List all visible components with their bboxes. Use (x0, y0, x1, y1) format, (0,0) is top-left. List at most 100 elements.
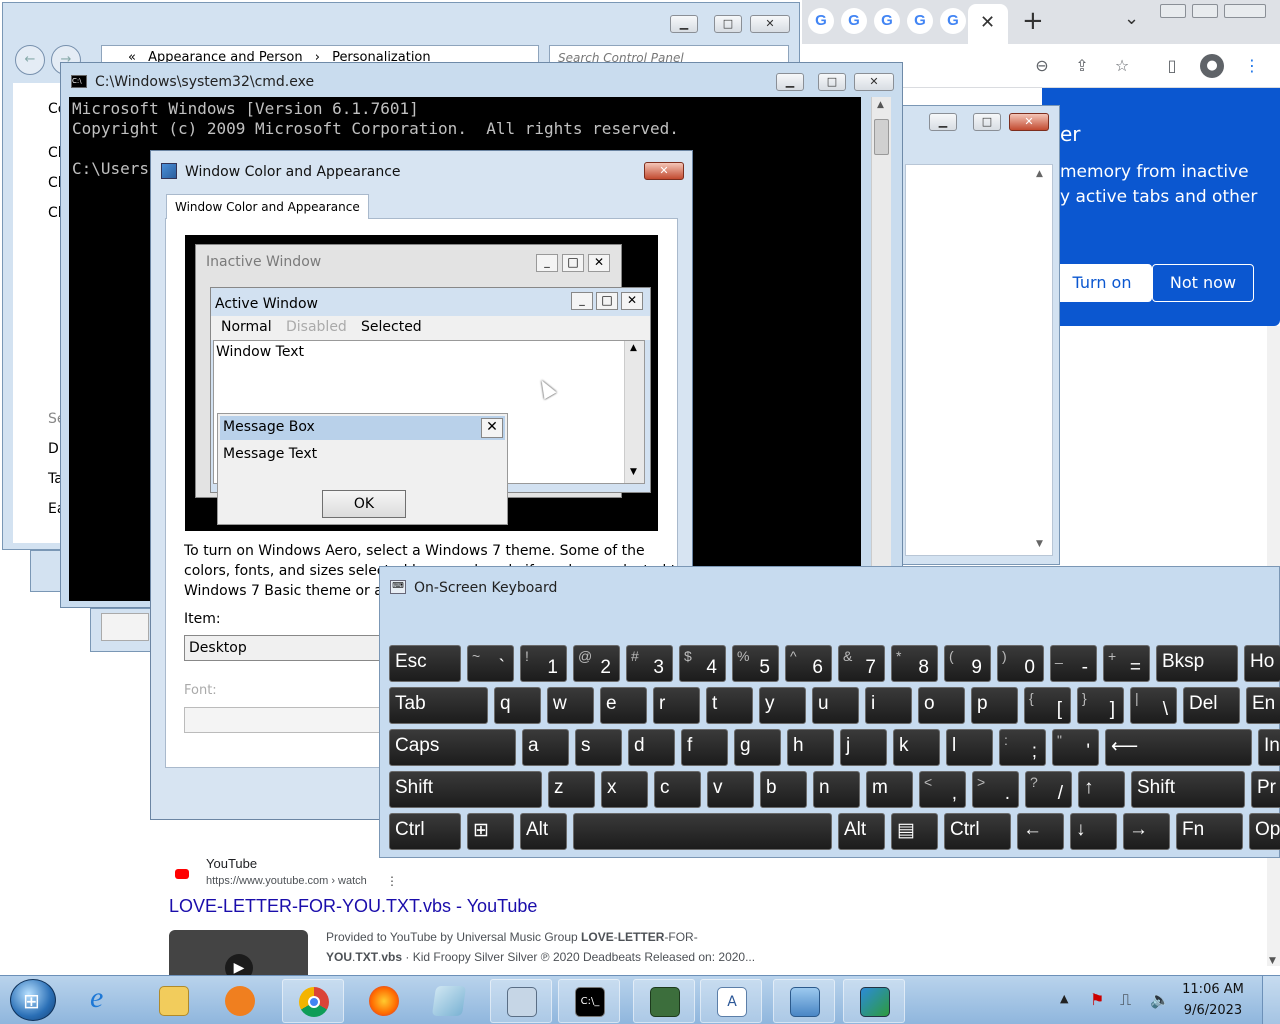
osk-key[interactable]: → (1123, 813, 1170, 850)
osk-key[interactable]: Pr (1251, 771, 1280, 808)
volume-icon[interactable]: 🔈 (1150, 990, 1170, 1009)
osk-key[interactable]: u (812, 687, 859, 724)
osk-key[interactable]: ↓ (1070, 813, 1117, 850)
osk-key[interactable]: }] (1077, 687, 1124, 724)
osk-key[interactable]: Alt (520, 813, 567, 850)
osk-key[interactable]: h (787, 729, 834, 766)
osk-key[interactable]: | \ (1130, 687, 1177, 724)
osk-key[interactable]: Bksp (1156, 645, 1238, 682)
bg-maximize-button[interactable]: □ (973, 113, 1001, 131)
taskbar-explorer[interactable] (143, 979, 205, 1023)
appearance-preview[interactable]: Inactive Window _ □ ✕ Active Window _ □ … (185, 235, 658, 531)
bookmark-star-icon[interactable]: ☆ (1110, 54, 1134, 78)
taskbar-control-panel[interactable] (773, 979, 835, 1023)
osk-key[interactable]: e (600, 687, 647, 724)
osk-key[interactable]: ↑ (1078, 771, 1125, 808)
side-panel-icon[interactable]: ▯ (1160, 54, 1184, 78)
scroll-up-arrow-icon[interactable]: ▲ (877, 100, 884, 110)
osk-key[interactable]: m (866, 771, 913, 808)
clock-date[interactable]: 9/6/2023 (1180, 1003, 1246, 1018)
network-icon[interactable]: ⎍ (1120, 990, 1131, 1010)
taskbar-wordpad[interactable]: A (700, 979, 762, 1023)
scroll-up-arrow-icon[interactable]: ▲ (1036, 169, 1043, 179)
not-now-button[interactable]: Not now (1152, 264, 1254, 302)
osk-key[interactable]: :; (999, 729, 1046, 766)
taskbar-app[interactable] (418, 979, 480, 1023)
cmd-close-button[interactable]: ✕ (854, 73, 894, 91)
osk-key[interactable]: Tab (389, 687, 488, 724)
osk-key[interactable]: ? / (1025, 771, 1072, 808)
osk-key[interactable]: ~ ` (467, 645, 514, 682)
scroll-down-arrow-icon[interactable]: ▼ (1269, 956, 1276, 966)
chrome-minimize-button[interactable] (1160, 4, 1186, 18)
osk-key[interactable]: Del (1183, 687, 1240, 724)
osk-key[interactable]: Esc (389, 645, 461, 682)
osk-key[interactable]: Ctrl (944, 813, 1011, 850)
cmd-maximize-button[interactable]: □ (818, 73, 846, 91)
osk-key[interactable]: j (840, 729, 887, 766)
osk-key[interactable]: i (865, 687, 912, 724)
result-title-link[interactable]: LOVE-LETTER-FOR-YOU.TXT.vbs - YouTube (169, 896, 537, 917)
osk-key[interactable]: ! 1 (520, 645, 567, 682)
osk-key[interactable]: * 8 (891, 645, 938, 682)
osk-key[interactable]: c (654, 771, 701, 808)
osk-key[interactable]: $4 (679, 645, 726, 682)
osk-key[interactable]: ^ 6 (785, 645, 832, 682)
bg-close-button[interactable]: ✕ (1009, 113, 1049, 131)
osk-key[interactable]: " ' (1052, 729, 1099, 766)
osk-key[interactable]: % 5 (732, 645, 779, 682)
tab-close-icon[interactable]: ✕ (980, 12, 995, 33)
cp-minimize-button[interactable]: ▁ (670, 15, 698, 33)
cp-close-button[interactable]: ✕ (750, 15, 790, 33)
osk-key[interactable]: d (628, 729, 675, 766)
scroll-down-arrow-icon[interactable]: ▼ (1036, 539, 1043, 549)
osk-key[interactable]: (9 (944, 645, 991, 682)
osk-key[interactable]: ⊞ (467, 813, 514, 850)
osk-key[interactable]: w (547, 687, 594, 724)
osk-key[interactable]: <, (919, 771, 966, 808)
back-arrow-icon[interactable]: ← (15, 45, 45, 75)
osk-key[interactable]: ) 0 (997, 645, 1044, 682)
osk-key[interactable]: y (759, 687, 806, 724)
cp-maximize-button[interactable]: □ (714, 15, 742, 33)
osk-key[interactable]: Shift (1131, 771, 1245, 808)
osk-key[interactable]: Ctrl (389, 813, 461, 850)
action-center-icon[interactable]: ⚑ (1090, 990, 1104, 1009)
video-thumbnail[interactable]: ▶ (169, 930, 308, 982)
osk-key[interactable]: @2 (573, 645, 620, 682)
osk-key[interactable]: Caps (389, 729, 516, 766)
tab-window-color[interactable]: Window Color and Appearance (166, 194, 369, 219)
osk-key[interactable]: >. (972, 771, 1019, 808)
osk-key[interactable]: b (760, 771, 807, 808)
profile-avatar-icon[interactable]: ● (1200, 54, 1224, 78)
osk-key[interactable]: {[ (1024, 687, 1071, 724)
show-hidden-icons-icon[interactable]: ▲ (1060, 992, 1068, 1005)
cmd-scroll-thumb[interactable] (874, 119, 889, 155)
clock-time[interactable]: 11:06 AM (1180, 982, 1246, 997)
tab-google-5[interactable]: G (940, 8, 966, 34)
taskbar-media[interactable] (209, 979, 271, 1023)
osk-key[interactable]: ← (1017, 813, 1064, 850)
osk-key[interactable]: Ho (1244, 645, 1280, 682)
start-button[interactable]: ⊞ (10, 979, 56, 1021)
turn-on-button[interactable]: Turn on (1052, 264, 1152, 302)
osk-key[interactable]: Alt (838, 813, 885, 850)
taskbar-personalization[interactable] (843, 979, 905, 1023)
bg-minimize-button[interactable]: ▁ (929, 113, 957, 131)
taskbar-monitor[interactable] (633, 979, 695, 1023)
osk-key[interactable]: x (601, 771, 648, 808)
osk-key[interactable]: s (575, 729, 622, 766)
osk-spacebar[interactable] (573, 813, 832, 850)
osk-key[interactable]: l (946, 729, 993, 766)
osk-key[interactable]: & 7 (838, 645, 885, 682)
osk-key[interactable]: k (893, 729, 940, 766)
osk-key[interactable]: a (522, 729, 569, 766)
osk-key[interactable]: p (971, 687, 1018, 724)
osk-key[interactable]: f (681, 729, 728, 766)
result-more-icon[interactable]: ⋮ (386, 874, 398, 888)
osk-key[interactable]: ⟵ (1105, 729, 1252, 766)
taskbar-osk[interactable] (490, 979, 552, 1023)
share-icon[interactable]: ⇪ (1070, 54, 1094, 78)
chrome-close-button[interactable] (1224, 4, 1266, 18)
tab-google-3[interactable]: G (874, 8, 900, 34)
